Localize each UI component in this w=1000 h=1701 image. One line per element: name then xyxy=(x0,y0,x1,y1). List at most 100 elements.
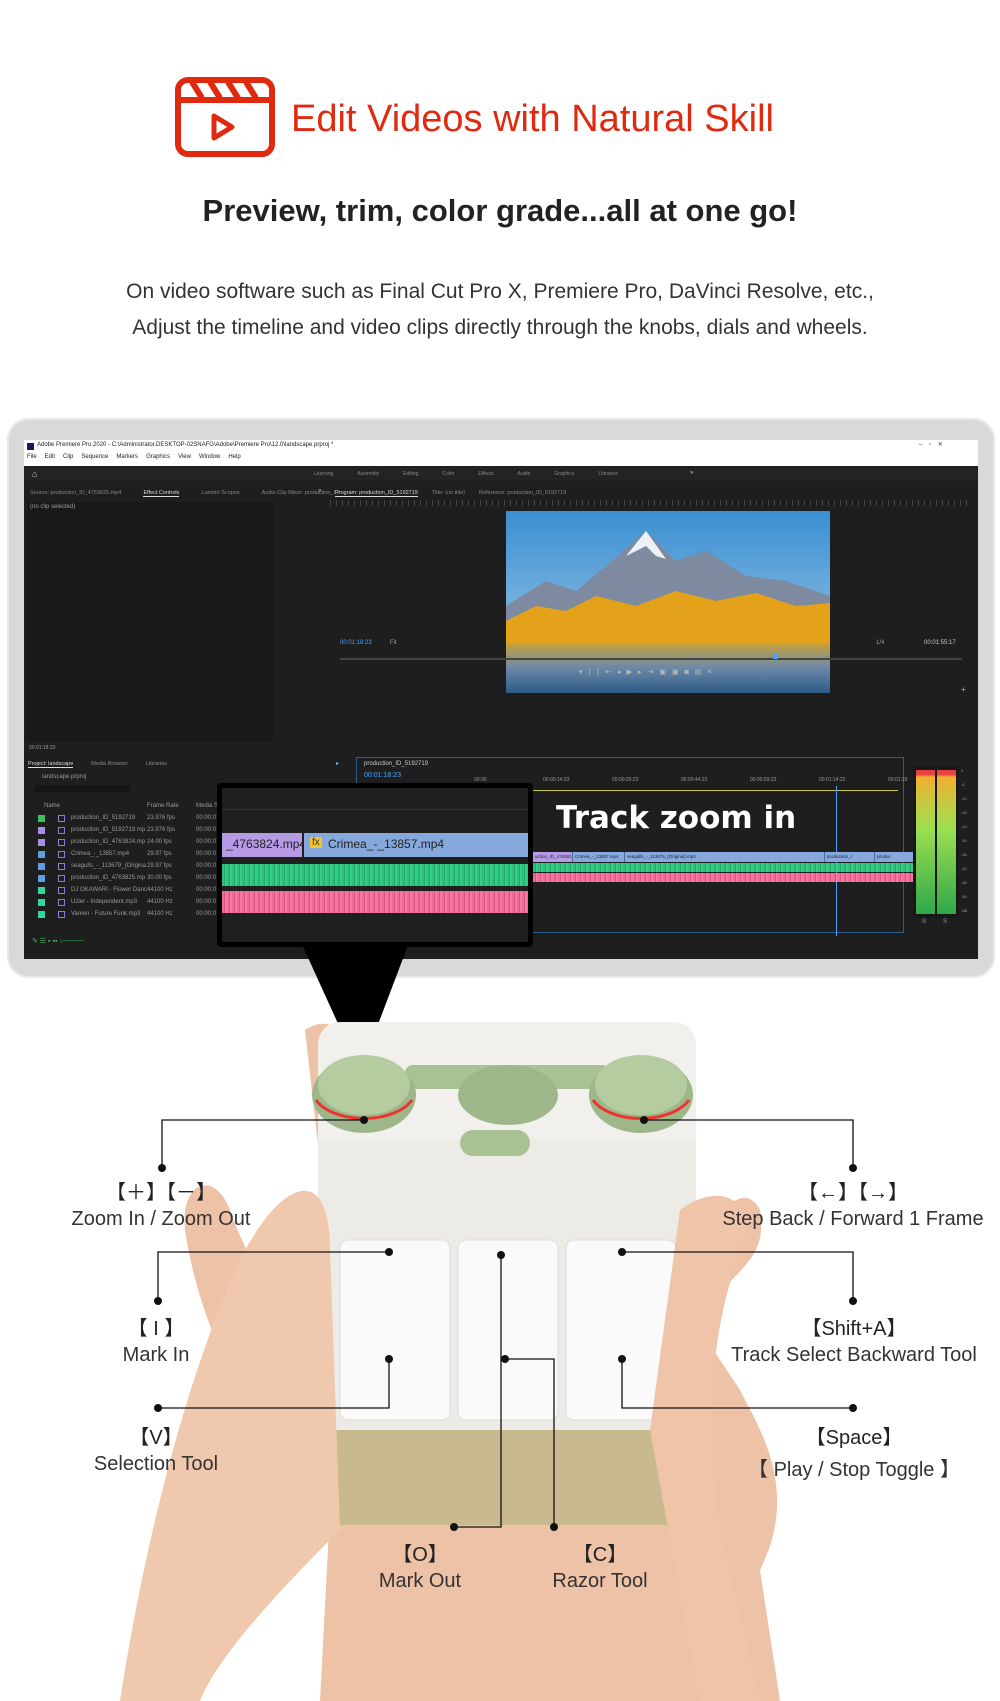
timeline-clip[interactable]: production_I xyxy=(825,852,875,862)
label-color-swatch xyxy=(38,887,45,894)
clip-icon xyxy=(58,851,65,858)
panel-tab[interactable]: Title: (no title) xyxy=(432,490,465,497)
label-color-swatch xyxy=(38,839,45,846)
key-action-label: Zoom In / Zoom Out xyxy=(71,1208,251,1230)
panel-tab[interactable]: Effect Controls xyxy=(143,490,180,497)
workspace-tab-assembly[interactable]: Assembly xyxy=(357,471,379,477)
menu-view[interactable]: View xyxy=(178,454,191,464)
callout-clip-b: Crimea_-_13857.mp4 xyxy=(328,837,445,851)
item-name: Uzier - Independent.mp3 xyxy=(71,899,138,905)
menu-sequence[interactable]: Sequence xyxy=(81,454,108,464)
item-frame-rate: 24.00 fps xyxy=(147,839,172,845)
item-frame-rate: 30.00 fps xyxy=(147,875,172,881)
panel-tab[interactable]: Source: production_ID_4763825.mp4 xyxy=(30,490,121,497)
timeline-clip[interactable]: seagulls_-_113679_(Original).mp4 xyxy=(625,852,825,862)
timeline-clip[interactable]: produc xyxy=(875,852,918,862)
workspace-tab-graphics[interactable]: Graphics xyxy=(554,471,574,477)
home-icon[interactable]: ⌂ xyxy=(32,469,37,479)
panel-tab[interactable]: Audio Clip Mixer: production_ID xyxy=(262,490,339,497)
meter-scale-label: -24 xyxy=(961,824,967,829)
sequence-tab[interactable]: production_ID_5192719 xyxy=(364,761,428,767)
transport-controls[interactable]: ▾{}⇤◂▶▸⇥▣▣◙▤≡ xyxy=(579,668,717,676)
track-zoom-callout: _4763824.mp4 fx Crimea_-_13857.mp4 xyxy=(217,783,533,947)
no-clip-label: (no clip selected) xyxy=(30,504,76,510)
track-zoom-caption: Track zoom in xyxy=(556,800,797,836)
column-frame-rate[interactable]: Frame Rate xyxy=(147,803,179,809)
program-duration: 00:01:55:17 xyxy=(924,640,956,646)
key-action-label: Mark In xyxy=(122,1344,190,1366)
menu-markers[interactable]: Markers xyxy=(116,454,138,464)
window-title: Adobe Premiere Pro 2020 - C:\Administrat… xyxy=(37,442,334,448)
key-action-label: Selection Tool xyxy=(93,1453,219,1475)
add-button-icon[interactable]: + xyxy=(961,685,966,694)
item-name: production_ID_5192719 xyxy=(71,815,136,821)
program-timecode[interactable]: 00:01:18:23 xyxy=(340,640,372,646)
timeline-clip[interactable]: Crimea_-_13857.mp4 xyxy=(573,852,625,862)
audio-track-a1 xyxy=(533,863,918,872)
clip-icon xyxy=(58,863,65,870)
meter-scale-label: -6 xyxy=(961,782,965,787)
key-label: 【Space】 xyxy=(805,1427,903,1449)
window-controls[interactable]: – ▫ ✕ xyxy=(919,441,943,448)
panel-tab[interactable]: Project: landscape xyxy=(28,761,74,768)
project-search-input[interactable] xyxy=(34,785,130,792)
item-name: production_ID_5192719.mp xyxy=(71,827,146,833)
project-toolbar[interactable]: ✎ ☰ ▪ ▪▪ ○──── xyxy=(32,937,83,945)
zoom-fit-select[interactable]: Fit xyxy=(390,640,397,646)
audio-track-a2 xyxy=(533,873,918,882)
item-media-start: 00:00:0 xyxy=(196,887,217,893)
ruler-tick: 00:00:14:23 xyxy=(543,777,570,783)
program-scrubber[interactable] xyxy=(340,658,962,660)
item-name: seagulls_-_113679_(Origina xyxy=(71,863,146,869)
workspace-tab-effects[interactable]: Effects xyxy=(478,471,493,477)
more-workspaces-icon[interactable]: » xyxy=(690,470,693,476)
key-label: 【C】 xyxy=(572,1544,628,1566)
solo-button[interactable]: S xyxy=(943,919,947,925)
meter-scale-label: -dB xyxy=(961,908,968,913)
item-name: production_ID_4763824.mp xyxy=(71,839,146,845)
workspace-tab-editing[interactable]: Editing xyxy=(403,471,418,477)
column-name[interactable]: Name xyxy=(44,803,60,809)
ruler-tick: 00:00:29:23 xyxy=(612,777,639,783)
workspace-tab-color[interactable]: Color xyxy=(442,471,454,477)
panel-tab[interactable]: Program: production_ID_5192719 xyxy=(335,490,418,497)
panel-overflow-icon[interactable]: » xyxy=(318,488,321,494)
item-media-start: 00:00:0 xyxy=(196,815,217,821)
item-frame-rate: 23.976 fps xyxy=(147,827,176,833)
panel-tab[interactable]: Libraries xyxy=(146,761,167,768)
clip-icon xyxy=(58,815,65,822)
menu-file[interactable]: File xyxy=(27,454,37,464)
workspace-tab-libraries[interactable]: Libraries xyxy=(598,471,617,477)
item-frame-rate: 44100 Hz xyxy=(147,887,173,893)
menu-window[interactable]: Window xyxy=(199,454,220,464)
clip-icon xyxy=(58,911,65,918)
panel-tab[interactable]: Media Browser xyxy=(91,761,128,768)
label-color-swatch xyxy=(38,851,45,858)
column-media-start[interactable]: Media S xyxy=(196,803,218,809)
item-name: Vanien - Future Funk.mp3 xyxy=(71,911,141,917)
ruler-tick: 00:01:29 xyxy=(888,777,908,783)
panel-tab[interactable]: Reference: production_ID_5192719 xyxy=(479,490,566,497)
playhead[interactable] xyxy=(773,653,778,659)
workspace-tab-learning[interactable]: Learning xyxy=(314,471,333,477)
resolution-select[interactable]: 1/4 xyxy=(876,640,884,646)
project-file: landscape.prproj xyxy=(42,774,87,780)
menu-help[interactable]: Help xyxy=(228,454,240,464)
ruler-tick: 00:01:14:22 xyxy=(819,777,846,783)
item-media-start: 00:00:0 xyxy=(196,911,217,917)
panel-tab[interactable]: Lumetri Scopes xyxy=(201,490,239,497)
source-timecode: 00:01:18:23 xyxy=(29,745,56,751)
ruler-tick: 00:00:44:22 xyxy=(681,777,708,783)
menu-graphics[interactable]: Graphics xyxy=(146,454,170,464)
solo-button[interactable]: S xyxy=(922,919,926,925)
meter-scale-label: -18 xyxy=(961,810,967,815)
workspace-tab-audio[interactable]: Audio xyxy=(518,471,531,477)
menu-edit[interactable]: Edit xyxy=(45,454,55,464)
sequence-timecode[interactable]: 00:01:18:23 xyxy=(364,772,401,779)
subtitle: Preview, trim, color grade...all at one … xyxy=(202,193,798,228)
key-action-label: 【 Play / Stop Toggle 】 xyxy=(748,1459,960,1481)
label-color-swatch xyxy=(38,863,45,870)
timeline-clip[interactable]: uction_ID_4763824 xyxy=(533,852,573,862)
item-media-start: 00:00:0 xyxy=(196,827,217,833)
menu-clip[interactable]: Clip xyxy=(63,454,73,464)
